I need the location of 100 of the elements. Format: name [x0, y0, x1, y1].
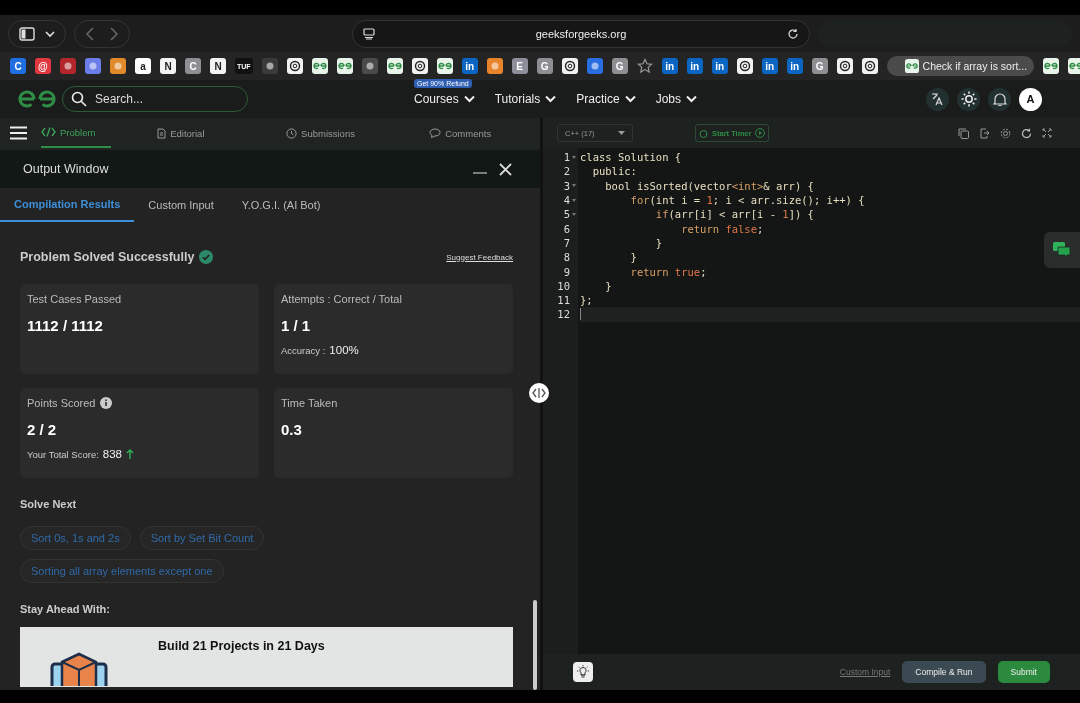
- bookmark-favicon[interactable]: in: [686, 58, 703, 74]
- caret-icon: [618, 131, 625, 135]
- card-value: 1112 / 1112: [27, 317, 104, 334]
- fold-icon[interactable]: [572, 212, 576, 216]
- code-line: public:: [591, 165, 637, 178]
- output-tab[interactable]: Y.O.G.I. (AI Bot): [227, 188, 335, 222]
- copy-icon[interactable]: [958, 127, 969, 139]
- problem-tab[interactable]: Editorial: [111, 118, 251, 148]
- output-tab[interactable]: Compilation Results: [0, 188, 135, 222]
- knot-favicon-icon[interactable]: [561, 58, 578, 74]
- chevron-down-icon[interactable]: [45, 29, 55, 38]
- line-number: 12: [557, 308, 570, 321]
- bookmark-favicon[interactable]: N: [210, 58, 226, 74]
- gfg-favicon-icon[interactable]: [436, 58, 453, 74]
- logo-icon[interactable]: [18, 89, 56, 109]
- back-icon[interactable]: [85, 26, 95, 41]
- chat-button[interactable]: [1044, 232, 1080, 268]
- code-line: return true;: [629, 265, 707, 278]
- bookmark-favicon[interactable]: a: [135, 58, 151, 74]
- favicon-icon[interactable]: [261, 58, 278, 74]
- gfg-favicon-icon[interactable]: [386, 58, 403, 74]
- settings-icon[interactable]: [1000, 127, 1011, 139]
- feedback-link[interactable]: Suggest Feedback: [446, 252, 513, 262]
- line-number: 11: [557, 294, 570, 307]
- info-icon[interactable]: [100, 397, 113, 409]
- problem-tab[interactable]: Comments: [390, 118, 530, 148]
- gfg-favicon-icon[interactable]: [1043, 58, 1060, 74]
- nav-menu[interactable]: Jobs: [655, 92, 697, 106]
- browser-tab[interactable]: Check if array is sort...: [886, 56, 1035, 76]
- section-heading: Solve Next: [20, 498, 78, 510]
- reset-icon[interactable]: [1021, 127, 1032, 139]
- bookmark-favicon[interactable]: G: [536, 58, 553, 74]
- bookmark-favicon[interactable]: E: [511, 58, 528, 74]
- chevron-down-icon: [624, 95, 636, 103]
- check-circle-icon: [199, 250, 214, 264]
- knot-favicon-icon[interactable]: [411, 58, 428, 74]
- star-icon[interactable]: [636, 58, 653, 74]
- note-value: 100%: [329, 344, 359, 356]
- fold-icon[interactable]: [572, 198, 576, 202]
- favicon-icon[interactable]: [586, 58, 603, 74]
- code-line: }: [604, 279, 612, 292]
- bookmark-favicon[interactable]: in: [761, 58, 778, 74]
- knot-favicon-icon[interactable]: [861, 58, 878, 74]
- bookmark-favicon[interactable]: N: [160, 58, 176, 74]
- address-bar[interactable]: geeksforgeeks.org: [352, 19, 810, 48]
- bookmark-favicon[interactable]: in: [461, 58, 478, 74]
- knot-favicon-icon[interactable]: [286, 58, 303, 74]
- bookmark-favicon[interactable]: in: [786, 58, 803, 74]
- fold-icon[interactable]: [572, 184, 576, 188]
- sidebar-icon[interactable]: [19, 26, 35, 41]
- fullscreen-icon[interactable]: [1042, 128, 1052, 138]
- gfg-favicon-icon[interactable]: [311, 58, 328, 74]
- code-line: };: [580, 294, 593, 307]
- sun-icon: [960, 91, 977, 107]
- knot-favicon-icon[interactable]: [736, 58, 753, 74]
- compile-run-button[interactable]: Compile & Run: [902, 661, 986, 683]
- menu-icon[interactable]: [10, 126, 27, 140]
- output-tab[interactable]: Custom Input: [134, 188, 228, 222]
- theme-button[interactable]: [957, 87, 980, 111]
- reload-icon[interactable]: [787, 27, 799, 40]
- bookmark-favicon[interactable]: C: [185, 58, 201, 74]
- favicon-icon[interactable]: [361, 58, 378, 74]
- forward-icon[interactable]: [109, 26, 119, 41]
- card-value: 0.3: [281, 421, 303, 438]
- custom-input-link[interactable]: Custom Input: [839, 667, 891, 677]
- card-value: 2 / 2: [27, 421, 58, 438]
- nav-menu[interactable]: Practice: [576, 92, 636, 106]
- nav-menu[interactable]: Tutorials: [494, 92, 557, 106]
- bookmark-favicon[interactable]: C: [10, 58, 26, 74]
- card-value: 1 / 1: [281, 317, 312, 334]
- code-icon: [41, 127, 56, 137]
- submit-button[interactable]: Submit: [997, 661, 1050, 683]
- problem-tab[interactable]: Problem: [41, 118, 111, 148]
- file-import-icon[interactable]: [979, 127, 990, 139]
- translate-button[interactable]: [926, 87, 949, 111]
- search-field[interactable]: Search...: [62, 86, 248, 112]
- close-icon[interactable]: [499, 162, 512, 176]
- promo-title: Build 21 Projects in 21 Days: [158, 639, 325, 653]
- lightbulb-icon: [576, 665, 590, 679]
- page-menu-icon[interactable]: [363, 27, 375, 40]
- bookmark-favicon[interactable]: G: [611, 58, 628, 74]
- promo-card[interactable]: Build 21 Projects in 21 Days: [20, 627, 513, 687]
- bookmark-favicon[interactable]: G: [811, 58, 828, 74]
- hint-button[interactable]: [573, 662, 593, 682]
- favicon-icon[interactable]: [486, 58, 503, 74]
- avatar[interactable]: A: [1019, 87, 1042, 111]
- code-line: if(arr[i] < arr[i - 1]) {: [654, 208, 814, 221]
- bookmark-favicon[interactable]: @: [35, 58, 51, 74]
- card-label: Points Scored: [27, 397, 96, 409]
- gfg-favicon-icon[interactable]: [336, 58, 353, 74]
- favicon-icon[interactable]: [60, 58, 76, 74]
- bookmark-favicon[interactable]: in: [711, 58, 728, 74]
- fold-icon[interactable]: [572, 155, 576, 159]
- tab-title: Check if array is sort...: [922, 60, 1028, 72]
- notifications-button[interactable]: [988, 87, 1011, 111]
- bookmark-favicon[interactable]: in: [661, 58, 678, 74]
- knot-favicon-icon[interactable]: [836, 58, 853, 74]
- problem-tab[interactable]: Submissions: [250, 118, 391, 148]
- bell-icon: [992, 91, 1007, 107]
- line-number: 8: [563, 251, 570, 264]
